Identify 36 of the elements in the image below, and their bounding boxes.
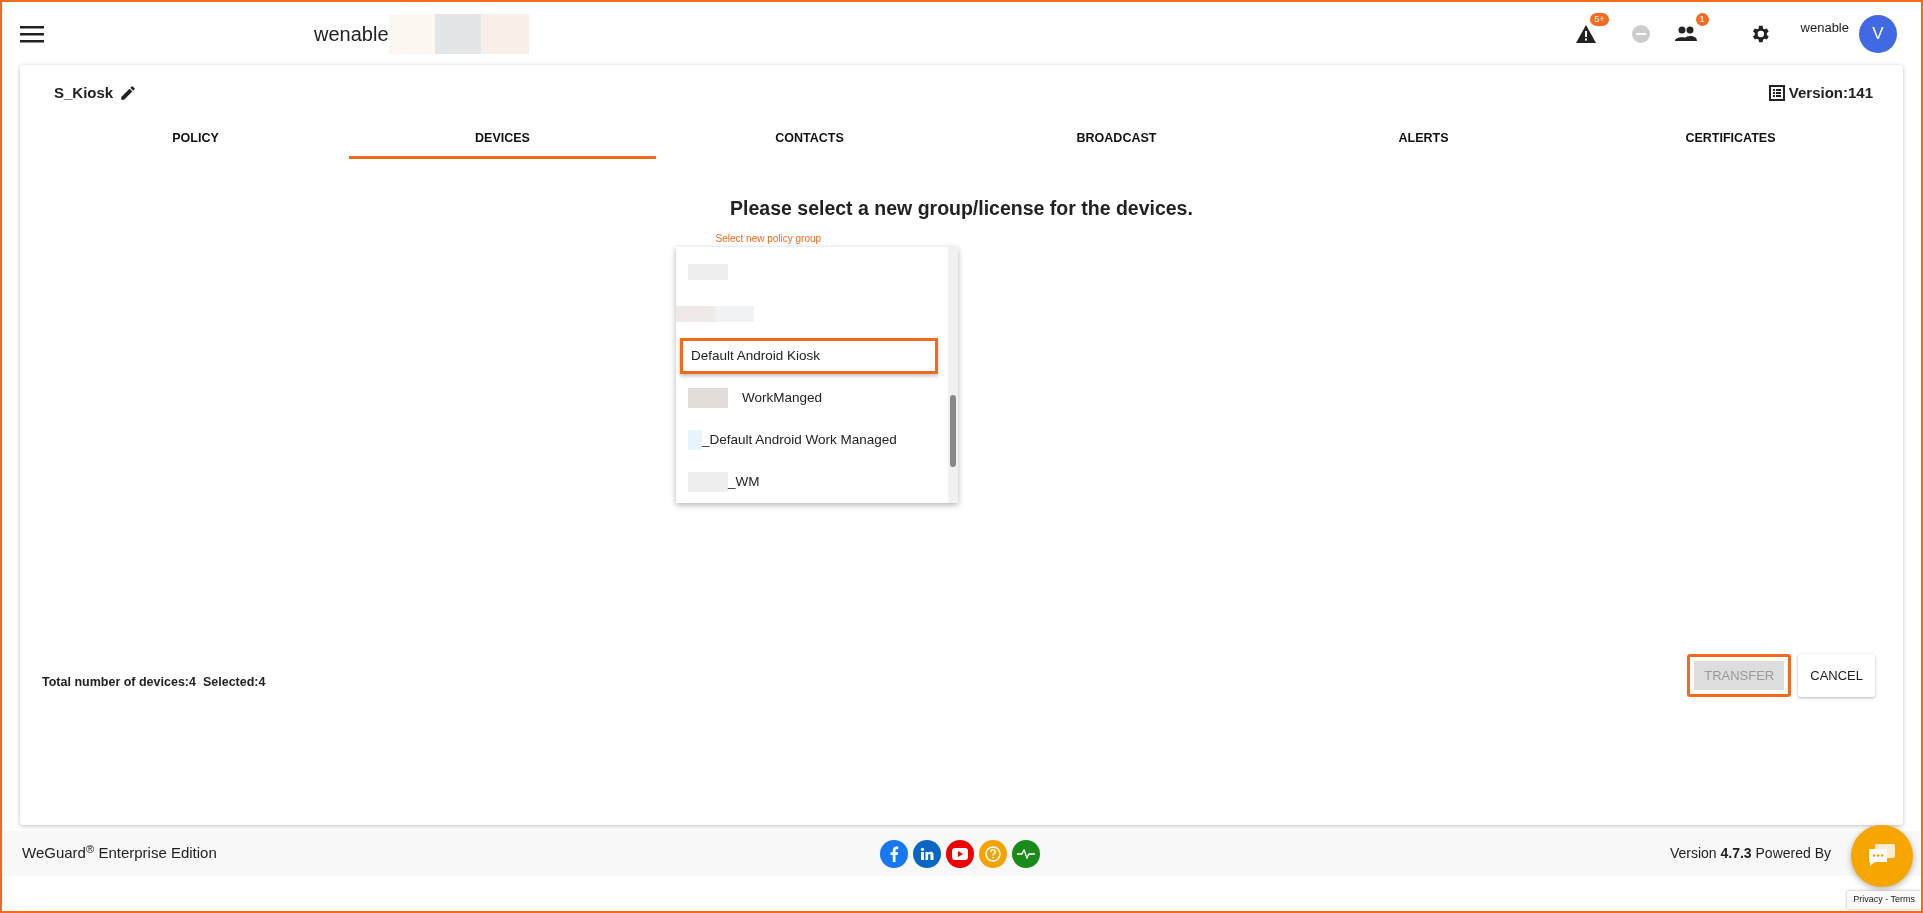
list-icon — [1768, 85, 1785, 102]
brand-name: wenable — [314, 21, 389, 47]
edition-label: WeGuard$^{®}$ Enterprise Edition — [22, 842, 217, 864]
redacted-block — [688, 388, 728, 408]
page-heading: Please select a new group/license for the devices. — [729, 197, 1194, 221]
user-name: wenable — [1800, 18, 1849, 37]
facebook-icon[interactable] — [880, 839, 908, 868]
user-avatar[interactable]: V — [1859, 14, 1897, 53]
youtube-icon[interactable] — [946, 839, 974, 868]
version-text: Version 4.7.3 Powered By — [1669, 844, 1831, 863]
notification-badge: 1 — [1695, 12, 1709, 26]
group-option[interactable]: _Default Android Work Managed — [702, 429, 897, 451]
group-option[interactable]: _WM — [728, 471, 760, 493]
tab[interactable]: BROADCAST — [963, 118, 1270, 160]
cancel-button[interactable]: CANCEL — [1798, 653, 1875, 697]
device-count: Total number of devices:4 Selected:4 — [42, 673, 266, 691]
menu-icon[interactable] — [20, 24, 44, 43]
scrollbar[interactable] — [948, 247, 958, 503]
notification-badge: 5+ — [1590, 12, 1609, 26]
recaptcha-link[interactable]: Privacy - Terms — [1847, 891, 1921, 909]
tab[interactable]: DEVICES — [349, 118, 656, 160]
tab[interactable]: CONTACTS — [656, 118, 963, 160]
policy-name: S_Kiosk — [54, 83, 114, 103]
version-label: Version:141 — [1788, 83, 1873, 103]
pulse-icon[interactable] — [1012, 839, 1040, 868]
group-option[interactable]: WorkManged — [742, 387, 823, 409]
warning-icon — [1574, 23, 1597, 44]
chat-icon — [1867, 843, 1897, 869]
linkedin-icon[interactable] — [913, 839, 941, 868]
edit-icon[interactable] — [119, 84, 138, 103]
status-icon — [1630, 23, 1651, 44]
field-label: Select new policy group — [715, 232, 822, 244]
tab[interactable]: POLICY — [42, 118, 349, 160]
tab[interactable]: CERTIFICATES — [1577, 118, 1884, 160]
people-icon — [1673, 25, 1698, 42]
tab[interactable]: ALERTS — [1270, 118, 1577, 160]
